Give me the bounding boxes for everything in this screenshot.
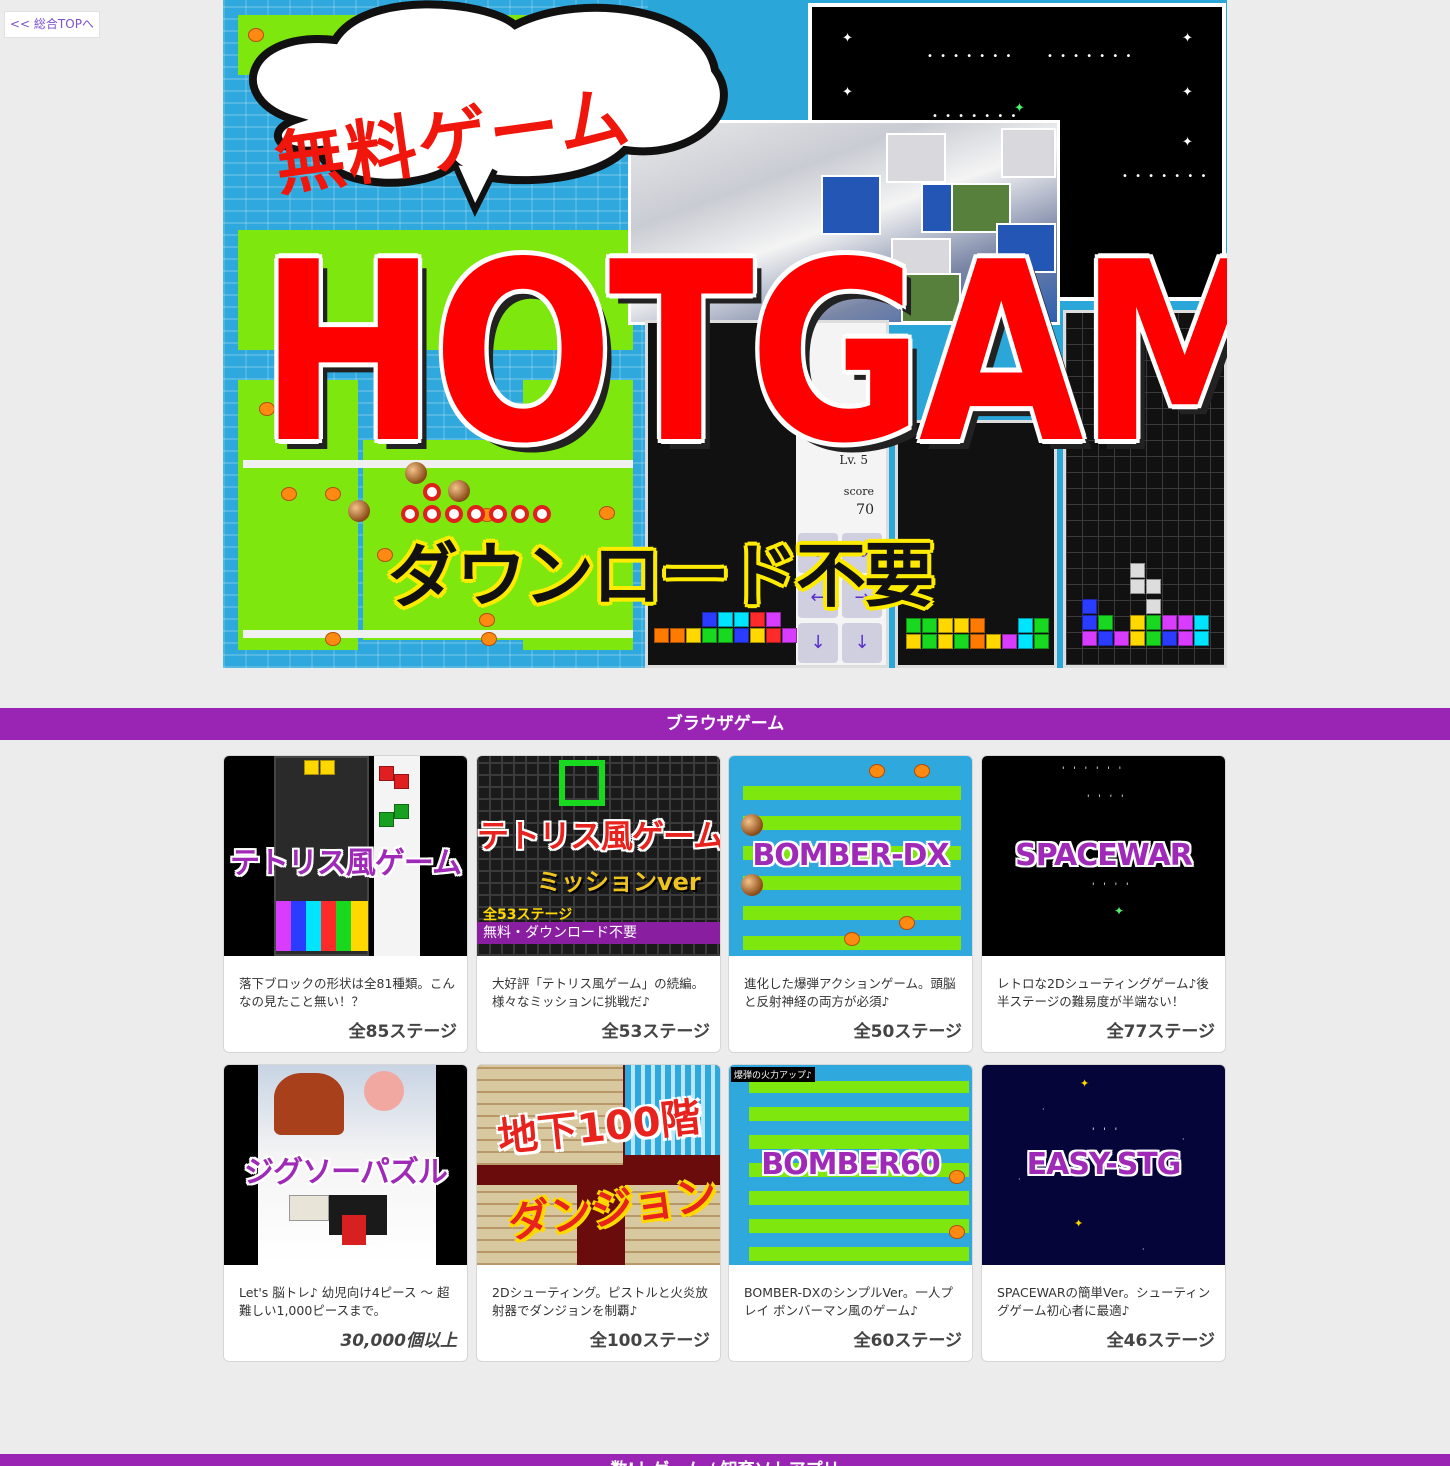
game-thumbnail: ' ' ' ' ' ' ' ' ' ' ' ' ' ' ✦ SPACEWAR	[982, 756, 1225, 956]
hero-tagline: ダウンロード不要	[388, 535, 934, 617]
game-card-bomber60[interactable]: 爆弾の火力アップ♪ BOMBER60 BOMBER-DXのシンプルVer。一人プ…	[728, 1064, 973, 1362]
game-stage-count: 30,000個以上	[340, 1331, 457, 1351]
game-description: 落下ブロックの形状は全81種類。こんなの見たこと無い！？	[239, 976, 455, 1009]
game-description: レトロな2Dシューティングゲーム♪後半ステージの難易度が半端ない！	[997, 976, 1209, 1009]
game-description: Let's 脳トレ♪ 幼児向け4ピース ～ 超難しい1,000ピースまで。	[239, 1285, 450, 1318]
game-thumbnail: BOMBER-DX	[729, 756, 972, 956]
game-thumbnail: 爆弾の火力アップ♪ BOMBER60	[729, 1065, 972, 1265]
top-page-link[interactable]: << 総合TOPへ	[4, 11, 100, 38]
game-thumbnail: テトリス風ゲーム	[224, 756, 467, 956]
section-bottom: 数!トゲーム / 知育ソトアプリ	[0, 1454, 1450, 1466]
game-card-dungeon[interactable]: 地下100階 ダンジョン 2Dシューティング。ピストルと火炎放射器でダンジョンを…	[476, 1064, 721, 1362]
game-card-bomber-dx[interactable]: BOMBER-DX 進化した爆弾アクションゲーム。頭脳と反射神経の両方が必須♪ …	[728, 755, 973, 1053]
game-caption: 爆弾の火力アップ♪	[731, 1067, 815, 1082]
game-badge: 無料・ダウンロード不要	[477, 922, 720, 944]
game-title: BOMBER60	[761, 1147, 940, 1182]
game-title: テトリス風ゲーム	[477, 817, 720, 855]
game-stage-count: 全100ステージ	[589, 1331, 710, 1351]
hero-banner: ✦ • • • • • • • • • • • • • • ✦ ✦ • • • …	[223, 0, 1227, 668]
game-card-jigsaw[interactable]: ジグソーパズル Let's 脳トレ♪ 幼児向け4ピース ～ 超難しい1,000ピ…	[223, 1064, 468, 1362]
game-stage-count: 全60ステージ	[853, 1331, 962, 1351]
game-badge: 全53ステージ	[483, 907, 573, 923]
game-stage-count: 全46ステージ	[1106, 1331, 1215, 1351]
game-description: 2Dシューティング。ピストルと火炎放射器でダンジョンを制覇♪	[492, 1285, 708, 1318]
game-title: BOMBER-DX	[752, 838, 949, 873]
game-thumbnail: ジグソーパズル	[224, 1065, 467, 1265]
game-stage-count: 全50ステージ	[853, 1022, 962, 1042]
game-thumbnail: テトリス風ゲーム ミッションver 全53ステージ 無料・ダウンロード不要	[477, 756, 720, 956]
game-description: 大好評「テトリス風ゲーム」の続編。様々なミッションに挑戦だ♪	[492, 976, 705, 1009]
game-title: EASY-STG	[1026, 1147, 1182, 1182]
game-thumbnail: 地下100階 ダンジョン	[477, 1065, 720, 1265]
game-description: SPACEWARの簡単Ver。シューティングゲーム初心者に最適♪	[997, 1285, 1211, 1318]
game-card-spacewar[interactable]: ' ' ' ' ' ' ' ' ' ' ' ' ' ' ✦ SPACEWAR レ…	[981, 755, 1226, 1053]
game-title: テトリス風ゲーム	[229, 846, 462, 881]
game-card-tetris[interactable]: テトリス風ゲーム 落下ブロックの形状は全81種類。こんなの見たこと無い！？ 全8…	[223, 755, 468, 1053]
game-subtitle: ミッションver	[537, 868, 701, 896]
game-title: SPACEWAR	[1015, 838, 1193, 873]
game-stage-count: 全53ステージ	[601, 1022, 710, 1042]
section-browser-games: ブラウザゲーム	[0, 708, 1450, 740]
game-stage-count: 全77ステージ	[1106, 1022, 1215, 1042]
game-description: BOMBER-DXのシンプルVer。一人プレイ ボンバーマン風のゲーム♪	[744, 1285, 953, 1318]
game-description: 進化した爆弾アクションゲーム。頭脳と反射神経の両方が必須♪	[744, 976, 956, 1009]
hero-title: HOTGAME	[259, 210, 1227, 498]
game-card-tetris-mission[interactable]: テトリス風ゲーム ミッションver 全53ステージ 無料・ダウンロード不要 大好…	[476, 755, 721, 1053]
game-thumbnail: ✦ ' ' ' ✦ · · · · EASY-STG	[982, 1065, 1225, 1265]
game-card-easy-stg[interactable]: ✦ ' ' ' ✦ · · · · EASY-STG SPACEWARの簡単Ve…	[981, 1064, 1226, 1362]
game-title: ジグソーパズル	[244, 1155, 448, 1190]
game-stage-count: 全85ステージ	[348, 1022, 457, 1042]
